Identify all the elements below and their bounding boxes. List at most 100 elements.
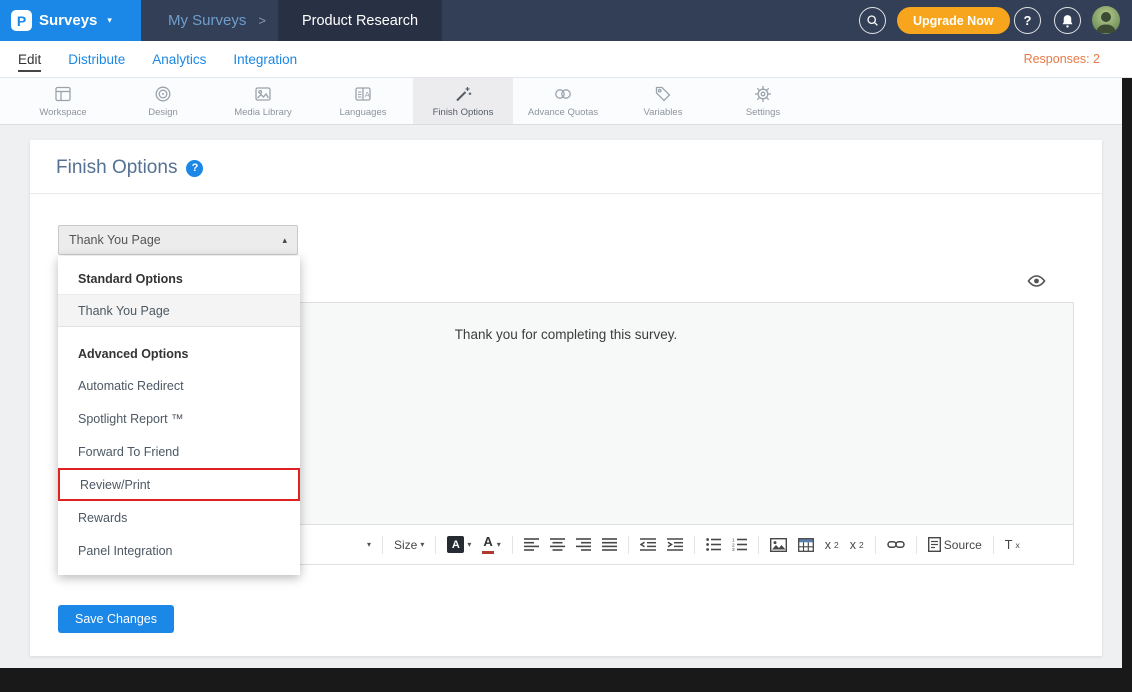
toolbar-separator [694, 536, 695, 554]
upgrade-now-button[interactable]: Upgrade Now [897, 7, 1010, 34]
background-color-icon: A [447, 536, 464, 553]
toolbar-item-media-library[interactable]: Media Library [213, 78, 313, 124]
save-changes-button[interactable]: Save Changes [58, 605, 174, 633]
question-mark-icon: ? [1024, 13, 1032, 28]
settings-gear-icon [753, 84, 773, 104]
surveys-product-menu[interactable]: P Surveys ▾ [0, 0, 141, 41]
question-mark-icon: ? [192, 162, 199, 174]
toolbar-item-variables[interactable]: Variables [613, 78, 713, 124]
breadcrumb-separator: > [258, 13, 266, 28]
align-left-button[interactable] [524, 538, 539, 551]
menu-item-review-print[interactable]: Review/Print [58, 468, 300, 501]
align-center-icon [550, 538, 565, 551]
notifications-button[interactable] [1054, 7, 1081, 34]
remove-format-button[interactable]: Tx [1005, 538, 1020, 552]
menu-group-header-standard: Standard Options [58, 264, 300, 294]
numbered-list-button[interactable]: 123 [732, 538, 747, 551]
toolbar-separator [435, 536, 436, 554]
help-button[interactable]: ? [1014, 7, 1041, 34]
toolbar-separator [382, 536, 383, 554]
title-help-button[interactable]: ? [186, 160, 203, 177]
tab-integration[interactable]: Integration [233, 47, 297, 72]
tab-edit[interactable]: Edit [18, 47, 41, 72]
toolbar-items: Workspace Design Media Library [13, 78, 813, 124]
menu-spacer [58, 327, 300, 339]
toolbar-separator [512, 536, 513, 554]
chevron-down-icon: ▾ [367, 540, 371, 549]
text-color-icon: A [482, 535, 493, 553]
search-button[interactable] [859, 7, 886, 34]
menu-item-thank-you-page[interactable]: Thank You Page [58, 294, 300, 327]
align-right-button[interactable] [576, 538, 591, 551]
toolbar-item-advance-quotas[interactable]: Advance Quotas [513, 78, 613, 124]
media-library-icon [253, 84, 273, 104]
bulleted-list-button[interactable] [706, 538, 721, 551]
align-justify-button[interactable] [602, 538, 617, 551]
chevron-down-icon: ▾ [467, 540, 471, 549]
breadcrumb-my-surveys[interactable]: My Surveys [168, 12, 246, 29]
align-center-button[interactable] [550, 538, 565, 551]
toolbar-item-languages[interactable]: A Languages [313, 78, 413, 124]
align-left-icon [524, 538, 539, 551]
superscript-icon: x [850, 538, 856, 552]
tab-analytics[interactable]: Analytics [152, 47, 206, 72]
avatar-silhouette [1092, 6, 1120, 34]
toolbar-item-workspace[interactable]: Workspace [13, 78, 113, 124]
indent-button[interactable] [667, 538, 683, 551]
editor-style-dropdown[interactable]: ▾ [367, 540, 371, 549]
finish-options-wand-icon [453, 84, 473, 104]
content-background: Finish Options ? Thank you for completin… [0, 125, 1132, 668]
chevron-down-icon: ▾ [107, 15, 112, 26]
toolbar-separator [875, 536, 876, 554]
menu-group-header-advanced: Advanced Options [58, 339, 300, 369]
user-avatar[interactable] [1092, 6, 1120, 34]
link-icon [887, 539, 905, 550]
menu-item-spotlight-report[interactable]: Spotlight Report ™ [58, 402, 300, 435]
indent-icon [667, 538, 683, 551]
finish-options-menu: Standard Options Thank You Page Advanced… [58, 256, 300, 575]
text-color-button[interactable]: A ▾ [482, 535, 500, 553]
menu-item-automatic-redirect[interactable]: Automatic Redirect [58, 369, 300, 402]
menu-item-forward-to-friend[interactable]: Forward To Friend [58, 435, 300, 468]
eye-icon [1027, 275, 1046, 287]
numbered-list-icon: 123 [732, 538, 747, 551]
toolbar-item-design[interactable]: Design [113, 78, 213, 124]
quotas-rings-icon [553, 84, 573, 104]
toolbar-separator [758, 536, 759, 554]
source-document-icon [928, 537, 941, 552]
toolbar-separator [993, 536, 994, 554]
page-title: Finish Options [56, 157, 177, 179]
window-right-edge [1122, 78, 1132, 692]
page-title-row: Finish Options ? [56, 157, 203, 179]
font-size-select[interactable]: Size ▾ [394, 538, 424, 552]
finish-options-card: Finish Options ? Thank you for completin… [30, 140, 1102, 656]
breadcrumb-current-page: Product Research [278, 0, 442, 41]
toolbar-item-finish-options[interactable]: Finish Options [413, 78, 513, 124]
toolbar-item-settings[interactable]: Settings [713, 78, 813, 124]
image-icon [770, 538, 787, 552]
app-screen: P Surveys ▾ My Surveys > Product Researc… [0, 0, 1132, 692]
toolbar-separator [916, 536, 917, 554]
tab-distribute[interactable]: Distribute [68, 47, 125, 72]
edit-toolbar: Workspace Design Media Library [0, 78, 1132, 125]
subscript-icon: x [825, 538, 831, 552]
background-color-button[interactable]: A ▾ [447, 536, 471, 553]
align-right-icon [576, 538, 591, 551]
top-bar: P Surveys ▾ My Surveys > Product Researc… [0, 0, 1132, 41]
insert-link-button[interactable] [887, 539, 905, 550]
source-button[interactable]: Source [928, 537, 982, 552]
menu-item-rewards[interactable]: Rewards [58, 501, 300, 534]
subscript-button[interactable]: x2 [825, 538, 839, 552]
responses-count[interactable]: Responses: 2 [1024, 52, 1132, 66]
chevron-up-icon: ▴ [282, 235, 287, 246]
editor-preview-toggle[interactable] [1027, 274, 1046, 292]
outdent-button[interactable] [640, 538, 656, 551]
insert-image-button[interactable] [770, 538, 787, 552]
menu-item-panel-integration[interactable]: Panel Integration [58, 534, 300, 567]
remove-format-icon: T [1005, 538, 1013, 552]
finish-type-select[interactable]: Thank You Page ▴ [58, 225, 298, 255]
svg-text:A: A [365, 90, 370, 99]
superscript-button[interactable]: x2 [850, 538, 864, 552]
product-label: Surveys [39, 12, 97, 29]
insert-table-button[interactable] [798, 538, 814, 552]
